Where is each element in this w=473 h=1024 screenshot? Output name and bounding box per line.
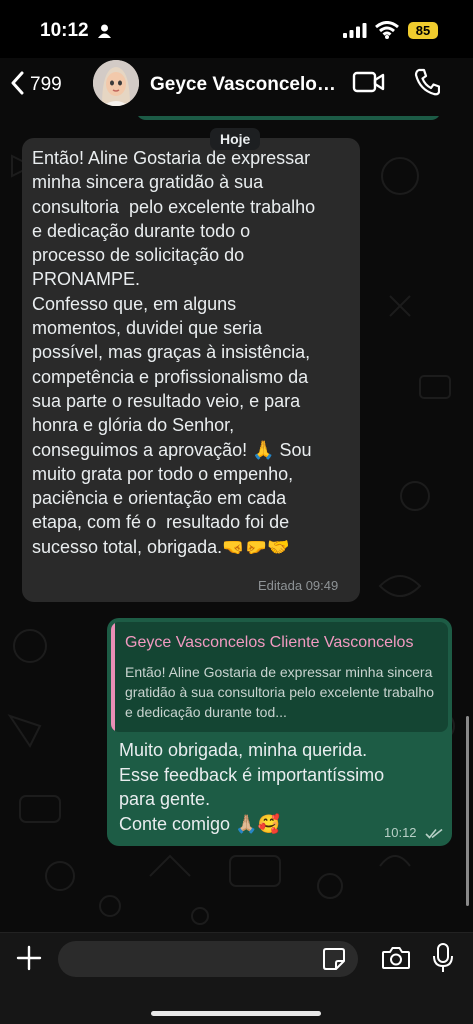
- chat-area[interactable]: Então! Aline Gostaria de expressar minha…: [0, 116, 473, 932]
- quote-accent-bar: [111, 622, 115, 732]
- status-bar: 10:12 85: [0, 0, 473, 58]
- incoming-message-meta: Editada 09:49: [258, 578, 339, 593]
- plus-icon[interactable]: [16, 945, 42, 976]
- person-icon: [98, 24, 111, 43]
- video-call-icon[interactable]: [352, 70, 386, 99]
- sticker-icon[interactable]: [322, 947, 346, 976]
- previous-message-bubble: [136, 116, 441, 120]
- wifi-icon: [375, 21, 399, 44]
- camera-icon[interactable]: [381, 945, 411, 976]
- quoted-text: Então! Aline Gostaria de expressar minha…: [125, 664, 434, 720]
- chevron-left-icon: [10, 71, 24, 100]
- quoted-sender-name: Geyce Vasconcelos Cliente Vasconcelos: [125, 634, 414, 651]
- outgoing-message-text: Muito obrigada, minha querida. Esse feed…: [119, 740, 385, 834]
- incoming-message-text: Então! Aline Gostaria de expressar minha…: [32, 148, 316, 557]
- cellular-signal-icon: [343, 23, 367, 43]
- date-chip: Hoje: [210, 128, 261, 150]
- contact-name[interactable]: Geyce Vasconcelos Cliente Vasconcelos: [150, 74, 340, 96]
- outgoing-message[interactable]: Geyce Vasconcelos Cliente Vasconcelos En…: [107, 618, 452, 846]
- battery-indicator: 85: [408, 22, 438, 39]
- message-input[interactable]: [58, 941, 358, 977]
- chat-header: 799 Geyce Vasconcelos Cliente Vasconcelo…: [0, 58, 473, 116]
- avatar[interactable]: [93, 60, 139, 106]
- outgoing-message-time: 10:12: [384, 825, 417, 840]
- unread-count: 799: [30, 74, 62, 95]
- quoted-message[interactable]: Geyce Vasconcelos Cliente Vasconcelos En…: [111, 622, 448, 732]
- back-button[interactable]: 799: [10, 70, 84, 100]
- status-time: 10:12: [40, 20, 89, 41]
- message-input-bar: [0, 932, 473, 1024]
- incoming-message[interactable]: Então! Aline Gostaria de expressar minha…: [22, 138, 360, 602]
- microphone-icon[interactable]: [432, 943, 454, 978]
- phone-call-icon[interactable]: [414, 68, 441, 101]
- home-indicator: [151, 1011, 321, 1016]
- read-ticks-icon: [425, 826, 443, 844]
- scrollbar[interactable]: [466, 716, 469, 906]
